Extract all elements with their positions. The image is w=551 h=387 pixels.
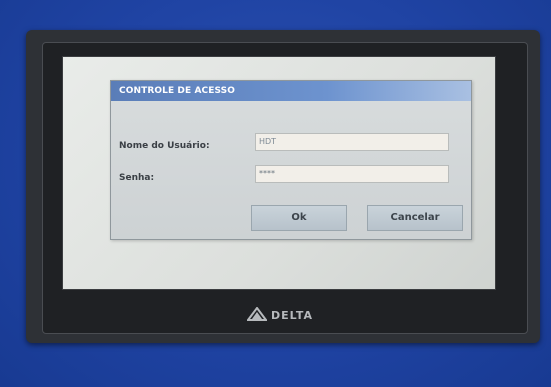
dialog-title: CONTROLE DE ACESSO [111,81,471,101]
password-label: Senha: [119,173,155,183]
access-control-dialog: CONTROLE DE ACESSO Nome do Usuário: HDT … [110,80,472,240]
username-field[interactable]: HDT [255,133,449,151]
brand-name: DELTA [271,308,313,322]
password-field[interactable]: **** [255,165,449,183]
photo-scene: CONTROLE DE ACESSO Nome do Usuário: HDT … [0,0,551,387]
delta-triangle-icon [246,305,268,325]
username-label: Nome do Usuário: [119,141,210,151]
delta-logo: DELTA [246,305,313,325]
ok-button[interactable]: Ok [251,205,347,231]
cancel-button[interactable]: Cancelar [367,205,463,231]
